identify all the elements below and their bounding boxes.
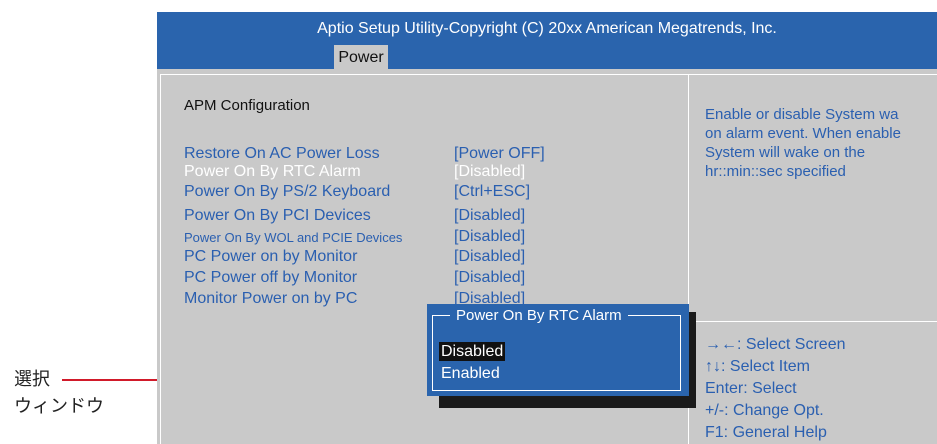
title-bar: Aptio Setup Utility-Copyright (C) 20xx A… — [157, 12, 937, 69]
menu-item-pc-power-on-monitor[interactable]: PC Power on by Monitor — [184, 248, 357, 266]
key-general-help: F1: General Help — [705, 424, 827, 441]
annotation-label: 選択 ウィンドウ — [14, 366, 104, 420]
menu-item-monitor-power-on-pc[interactable]: Monitor Power on by PC — [184, 290, 357, 308]
app-title: Aptio Setup Utility-Copyright (C) 20xx A… — [317, 20, 777, 37]
help-divider — [688, 321, 937, 322]
selection-popup[interactable]: Power On By RTC Alarm Disabled Enabled — [427, 304, 689, 396]
menu-value-power-on-wol-pcie[interactable]: [Disabled] — [454, 228, 525, 246]
help-text: Enable or disable System wa on alarm eve… — [705, 105, 937, 181]
menu-item-pc-power-off-monitor[interactable]: PC Power off by Monitor — [184, 269, 357, 287]
help-line: System will wake on the — [705, 144, 866, 161]
menu-item-power-on-wol-pcie[interactable]: Power On By WOL and PCIE Devices — [184, 230, 402, 245]
bios-setup-screen: Aptio Setup Utility-Copyright (C) 20xx A… — [157, 12, 937, 444]
popup-option-enabled[interactable]: Enabled — [439, 364, 502, 383]
menu-value-power-on-ps2-keyboard[interactable]: [Ctrl+ESC] — [454, 183, 530, 201]
help-line: hr::min::sec specified — [705, 163, 846, 180]
menu-value-pc-power-off-monitor[interactable]: [Disabled] — [454, 269, 525, 287]
popup-title: Power On By RTC Alarm — [450, 307, 628, 324]
help-line: Enable or disable System wa — [705, 106, 899, 123]
key-legend: →←: Select Screen ↑↓: Select Item Enter:… — [705, 334, 846, 444]
menu-value-pc-power-on-monitor[interactable]: [Disabled] — [454, 248, 525, 266]
menu-value-power-on-pci-devices[interactable]: [Disabled] — [454, 207, 525, 225]
key-select-screen: →←: Select Screen — [705, 336, 846, 353]
popup-option-disabled[interactable]: Disabled — [439, 342, 506, 361]
menu-item-restore-ac-power-loss[interactable]: Restore On AC Power Loss — [184, 145, 380, 163]
menu-value-restore-ac-power-loss[interactable]: [Power OFF] — [454, 145, 545, 163]
menu-item-power-on-pci-devices[interactable]: Power On By PCI Devices — [184, 207, 371, 225]
menu-item-power-on-ps2-keyboard[interactable]: Power On By PS/2 Keyboard — [184, 183, 390, 201]
menu-value-power-on-rtc-alarm[interactable]: [Disabled] — [454, 163, 525, 181]
key-change-opt: +/-: Change Opt. — [705, 402, 824, 419]
section-title: APM Configuration — [184, 97, 310, 114]
help-line: on alarm event. When enable — [705, 125, 901, 142]
key-enter-select: Enter: Select — [705, 380, 797, 397]
tab-power[interactable]: Power — [334, 45, 388, 69]
key-select-item: ↑↓: Select Item — [705, 358, 810, 375]
menu-item-power-on-rtc-alarm[interactable]: Power On By RTC Alarm — [184, 163, 361, 181]
annotation-line2: ウィンドウ — [14, 396, 104, 417]
